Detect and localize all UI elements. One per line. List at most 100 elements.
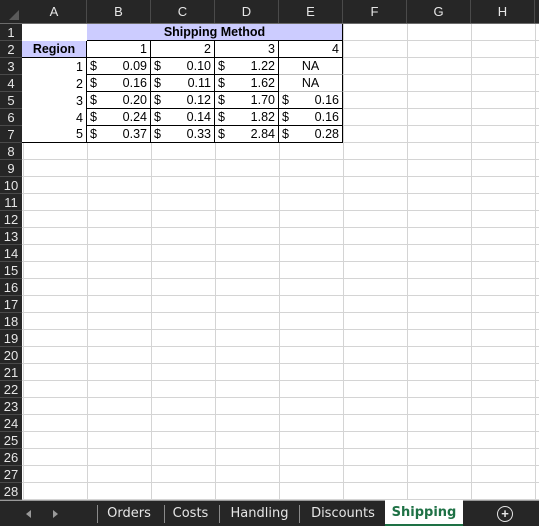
sheet-tab-handling[interactable]: Handling [220, 501, 299, 526]
rate-cell[interactable]: $0.10 [151, 58, 215, 75]
row-header-15[interactable]: 15 [0, 262, 22, 279]
row-header-23[interactable]: 23 [0, 398, 22, 415]
add-sheet-button[interactable]: + [497, 506, 513, 522]
rate-value: 0.28 [314, 127, 339, 141]
column-header-g[interactable]: G [407, 0, 471, 23]
rate-cell[interactable]: $0.16 [279, 92, 343, 109]
scroll-tabs-left-icon[interactable] [26, 510, 31, 518]
sheet-tab-discounts[interactable]: Discounts [303, 501, 383, 526]
rate-cell[interactable]: NA [279, 75, 343, 92]
sheet-tab-costs[interactable]: Costs [165, 501, 216, 526]
region-cell[interactable]: 1 [22, 58, 87, 75]
rate-cell[interactable]: $0.14 [151, 109, 215, 126]
row-header-1[interactable]: 1 [0, 24, 22, 41]
select-all-corner[interactable] [0, 0, 22, 23]
column-header-c[interactable]: C [151, 0, 215, 23]
row-header-16[interactable]: 16 [0, 279, 22, 296]
rate-value: 0.11 [187, 76, 211, 90]
currency-symbol: $ [282, 93, 289, 107]
rate-cell[interactable]: $0.11 [151, 75, 215, 92]
column-header-h[interactable]: H [471, 0, 535, 23]
row-header-13[interactable]: 13 [0, 228, 22, 245]
method-header-3[interactable]: 3 [215, 41, 279, 58]
column-header-f[interactable]: F [343, 0, 407, 23]
rate-cell[interactable]: $0.16 [87, 75, 151, 92]
row-header-28[interactable]: 28 [0, 483, 22, 500]
row-header-5[interactable]: 5 [0, 92, 22, 109]
rate-value: 0.16 [314, 93, 339, 107]
region-cell[interactable]: 3 [22, 92, 87, 109]
currency-symbol: $ [90, 110, 97, 124]
rate-cell[interactable]: $1.62 [215, 75, 279, 92]
column-header-a[interactable]: A [22, 0, 87, 23]
rate-value: 1.22 [250, 59, 275, 73]
rate-cell[interactable]: $0.09 [87, 58, 151, 75]
rate-value: 0.24 [122, 110, 147, 124]
row-header-14[interactable]: 14 [0, 245, 22, 262]
column-header-e[interactable]: E [279, 0, 343, 23]
rate-value: 0.12 [186, 93, 211, 107]
rate-cell[interactable]: $0.16 [279, 109, 343, 126]
method-header-2[interactable]: 2 [151, 41, 215, 58]
rate-value: 0.20 [122, 93, 147, 107]
rate-value: 0.14 [186, 110, 211, 124]
scroll-tabs-right-icon[interactable] [53, 510, 58, 518]
sheet-tab-shipping[interactable]: Shipping [385, 500, 463, 526]
rate-value: 0.16 [314, 110, 339, 124]
select-all-triangle-icon [9, 10, 19, 20]
rate-value: 0.33 [186, 127, 211, 141]
row-header-12[interactable]: 12 [0, 211, 22, 228]
rate-cell[interactable]: $0.12 [151, 92, 215, 109]
row-header-2[interactable]: 2 [0, 41, 22, 58]
currency-symbol: $ [90, 59, 97, 73]
currency-symbol: $ [282, 127, 289, 141]
rate-cell[interactable]: $2.84 [215, 126, 279, 143]
rate-cell[interactable]: $0.20 [87, 92, 151, 109]
row-header-19[interactable]: 19 [0, 330, 22, 347]
row-header-8[interactable]: 8 [0, 143, 22, 160]
rate-cell[interactable]: $0.24 [87, 109, 151, 126]
rate-cell[interactable]: $0.33 [151, 126, 215, 143]
row-header-18[interactable]: 18 [0, 313, 22, 330]
method-header-1[interactable]: 1 [87, 41, 151, 58]
row-header-3[interactable]: 3 [0, 58, 22, 75]
row-header-25[interactable]: 25 [0, 432, 22, 449]
row-header-27[interactable]: 27 [0, 466, 22, 483]
row-header-21[interactable]: 21 [0, 364, 22, 381]
rate-cell[interactable]: NA [279, 58, 343, 75]
row-header-24[interactable]: 24 [0, 415, 22, 432]
rate-value: 0.37 [122, 127, 147, 141]
row-header-9[interactable]: 9 [0, 160, 22, 177]
rate-cell[interactable]: $0.28 [279, 126, 343, 143]
rate-cell[interactable]: $0.37 [87, 126, 151, 143]
rate-cell[interactable]: $1.22 [215, 58, 279, 75]
row-header-20[interactable]: 20 [0, 347, 22, 364]
rate-value: 2.84 [250, 127, 275, 141]
method-header-4[interactable]: 4 [279, 41, 343, 58]
rate-value: 1.82 [250, 110, 275, 124]
row-header-6[interactable]: 6 [0, 109, 22, 126]
rate-value: 0.09 [122, 59, 147, 73]
column-header-b[interactable]: B [87, 0, 151, 23]
table-title-cell[interactable]: Shipping Method [87, 24, 343, 41]
sheet-tab-orders[interactable]: Orders [98, 501, 160, 526]
rate-cell[interactable]: $1.70 [215, 92, 279, 109]
tab-separator [299, 505, 300, 523]
rate-cell[interactable]: $1.82 [215, 109, 279, 126]
row-header-17[interactable]: 17 [0, 296, 22, 313]
column-header-d[interactable]: D [215, 0, 279, 23]
row-header-26[interactable]: 26 [0, 449, 22, 466]
region-cell[interactable]: 4 [22, 109, 87, 126]
rate-value: 0.16 [122, 76, 147, 90]
row-header-22[interactable]: 22 [0, 381, 22, 398]
cell-a1[interactable] [22, 24, 87, 41]
currency-symbol: $ [154, 76, 161, 90]
row-header-4[interactable]: 4 [0, 75, 22, 92]
region-cell[interactable]: 5 [22, 126, 87, 143]
row-header-7[interactable]: 7 [0, 126, 22, 143]
row-header-10[interactable]: 10 [0, 177, 22, 194]
region-cell[interactable]: 2 [22, 75, 87, 92]
row-label-header[interactable]: Region [22, 41, 87, 58]
row-header-11[interactable]: 11 [0, 194, 22, 211]
currency-symbol: $ [90, 127, 97, 141]
